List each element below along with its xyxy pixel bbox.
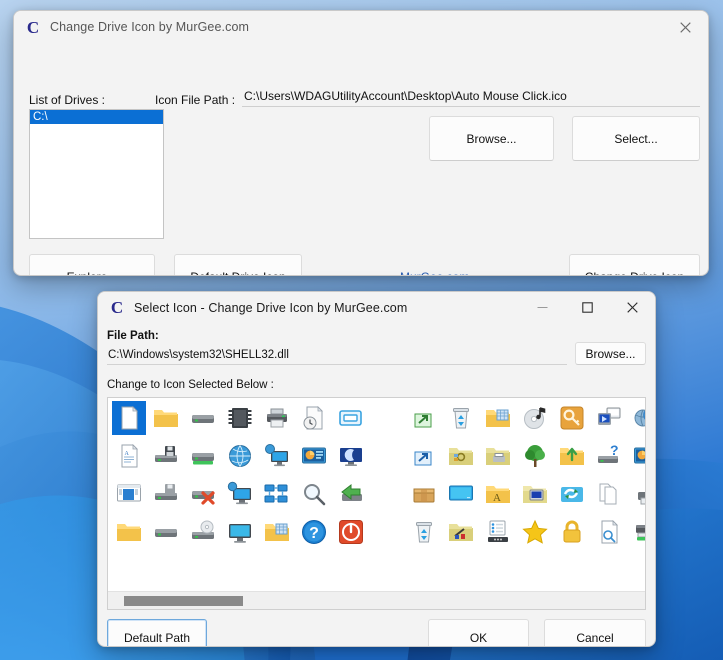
svg-text:A: A	[125, 451, 130, 457]
icon-cell-hard-drive-green-icon[interactable]	[186, 439, 220, 473]
icon-cell-drive-error-icon[interactable]	[186, 477, 220, 511]
main-caption-buttons	[663, 11, 708, 43]
cancel-button[interactable]: Cancel	[544, 619, 646, 646]
icon-cell-cd-drive-icon[interactable]	[186, 515, 220, 549]
icon-file-path-input[interactable]	[242, 89, 700, 107]
icon-cell-window-frame-icon[interactable]	[334, 401, 368, 435]
main-window-titlebar[interactable]: C Change Drive Icon by MurGee.com	[14, 11, 708, 43]
list-of-drives-label: List of Drives :	[29, 93, 106, 107]
default-drive-icon-button[interactable]: Default Drive Icon	[174, 254, 302, 275]
icon-cell-documents-copy-icon[interactable]	[592, 477, 626, 511]
icon-cell-unknown-drive-icon[interactable]: ?	[592, 439, 626, 473]
icon-cell-control-panel-blue-icon[interactable]	[629, 439, 645, 473]
icon-cell-folder-up-icon[interactable]	[555, 439, 589, 473]
icon-cell-text-document-icon[interactable]: A	[112, 439, 146, 473]
change-drive-icon-button[interactable]: Change Drive Icon	[569, 254, 700, 275]
svg-text:?: ?	[309, 525, 319, 542]
icon-cell-memory-chip-icon[interactable]	[223, 401, 257, 435]
browse-button[interactable]: Browse...	[575, 342, 646, 365]
icon-cell-folder-scanner-icon[interactable]	[481, 439, 515, 473]
icon-cell-folder-grid-icon[interactable]	[481, 401, 515, 435]
icon-cell-network-monitor-icon[interactable]	[223, 477, 257, 511]
icon-cell-window-pane-icon[interactable]	[112, 477, 146, 511]
icon-cell-yellow-folder-open-icon[interactable]	[112, 515, 146, 549]
icon-cell-cd-music-icon[interactable]	[518, 401, 552, 435]
select-dialog-body: File Path: Browse... Change to Icon Sele…	[98, 323, 655, 646]
icon-cell-search-globe-icon[interactable]	[629, 401, 645, 435]
icon-cell-remote-desktop-icon[interactable]	[592, 401, 626, 435]
main-window-title: Change Drive Icon by MurGee.com	[50, 20, 250, 34]
icon-grid-pane[interactable]: A? A?	[107, 397, 646, 610]
svg-text:?: ?	[610, 443, 619, 458]
icon-cell-network-computer-icon[interactable]	[260, 439, 294, 473]
main-window-body: List of Drives : Icon File Path : C:\ Br…	[14, 43, 708, 275]
icon-cell-document-search-icon[interactable]	[592, 515, 626, 549]
icon-cell-key-orange-icon[interactable]	[555, 401, 589, 435]
scrollbar-thumb[interactable]	[124, 596, 243, 606]
icon-cell-recycle-bin-icon[interactable]	[407, 515, 441, 549]
icon-cell-tree-icon[interactable]	[518, 439, 552, 473]
icon-cell-shutdown-power-icon[interactable]	[334, 515, 368, 549]
icon-cell-star-favorite-icon[interactable]	[518, 515, 552, 549]
icon-cell-network-tiles-icon[interactable]	[260, 477, 294, 511]
icon-cell-printer-icon[interactable]	[260, 401, 294, 435]
murgee-link[interactable]: MurGee.com	[400, 270, 469, 275]
close-icon[interactable]	[663, 11, 708, 43]
icon-cell-drive-back-arrow-icon[interactable]	[334, 477, 368, 511]
ok-button[interactable]: OK	[428, 619, 529, 646]
icon-cell-folder-tools-icon[interactable]	[444, 515, 478, 549]
icon-cell-screensaver-moon-icon[interactable]	[334, 439, 368, 473]
icon-cell-lock-padlock-icon[interactable]	[555, 515, 589, 549]
icon-cell-shortcut-arrow-green-icon[interactable]	[407, 401, 441, 435]
icon-cell-floppy-drive-icon[interactable]	[149, 439, 183, 473]
icon-cell-recycle-bin-empty-icon[interactable]	[444, 401, 478, 435]
icon-cell-folder-computer-icon[interactable]	[518, 477, 552, 511]
icon-cell-drive-plain-icon[interactable]	[149, 515, 183, 549]
icon-file-path-label: Icon File Path :	[155, 93, 236, 107]
icon-cell-package-box-icon[interactable]	[407, 477, 441, 511]
icon-cell-floppy-save-drive-icon[interactable]	[149, 477, 183, 511]
app-logo-icon: C	[26, 17, 40, 37]
grid-instruction-label: Change to Icon Selected Below :	[107, 379, 274, 391]
icon-cell-recent-document-icon[interactable]	[297, 401, 331, 435]
drives-listbox[interactable]: C:\	[29, 109, 164, 239]
browse-button[interactable]: Browse...	[429, 116, 554, 161]
minimize-icon[interactable]	[520, 292, 565, 324]
list-item[interactable]: C:\	[30, 110, 163, 124]
horizontal-scrollbar[interactable]	[108, 591, 645, 609]
icon-cell-blank-document-icon[interactable]	[112, 401, 146, 435]
icon-cell-hard-drive-icon[interactable]	[186, 401, 220, 435]
icon-cell-magnifier-icon[interactable]	[297, 477, 331, 511]
icon-cell-help-question-icon[interactable]: ?	[297, 515, 331, 549]
icon-cell-monitor-blue-icon[interactable]	[223, 515, 257, 549]
icon-cell-printer-folder-icon[interactable]	[629, 477, 645, 511]
icon-cell-folder-settings-icon[interactable]	[444, 439, 478, 473]
explore-button[interactable]: Explore...	[29, 254, 155, 275]
icon-cell-blue-monitor-icon[interactable]	[444, 477, 478, 511]
icon-cell-control-panel-icon[interactable]	[297, 439, 331, 473]
select-button[interactable]: Select...	[572, 116, 700, 161]
default-path-button[interactable]: Default Path	[107, 619, 207, 646]
select-dialog-title: Select Icon - Change Drive Icon by MurGe…	[134, 300, 408, 315]
file-path-label: File Path:	[107, 330, 159, 342]
icon-cell-folder-grid-blue-icon[interactable]	[260, 515, 294, 549]
icon-cell-shortcut-arrow-blue-icon[interactable]	[407, 439, 441, 473]
app-logo-icon: C	[110, 298, 124, 317]
icon-cell-globe-internet-icon[interactable]	[223, 439, 257, 473]
icon-cell-folder-font-icon[interactable]: A	[481, 477, 515, 511]
maximize-icon[interactable]	[565, 292, 610, 324]
change-drive-icon-window: C Change Drive Icon by MurGee.com List o…	[13, 10, 709, 276]
icon-cell-network-sync-icon[interactable]	[555, 477, 589, 511]
icon-cell-yellow-folder-icon[interactable]	[149, 401, 183, 435]
svg-text:A: A	[493, 492, 501, 504]
file-path-input[interactable]	[107, 349, 567, 365]
select-caption-buttons	[520, 292, 655, 324]
close-icon[interactable]	[610, 292, 655, 324]
icon-cell-printer-green-icon[interactable]	[629, 515, 645, 549]
select-icon-dialog: C Select Icon - Change Drive Icon by Mur…	[97, 291, 656, 647]
icon-cell-server-rack-icon[interactable]	[481, 515, 515, 549]
select-dialog-titlebar[interactable]: C Select Icon - Change Drive Icon by Mur…	[98, 292, 655, 323]
